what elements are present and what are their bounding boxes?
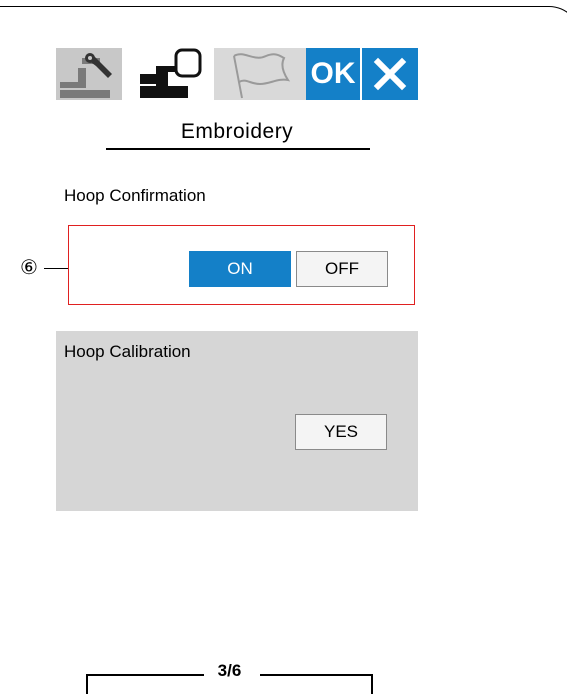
page-title: Embroidery bbox=[180, 120, 294, 143]
language-tab[interactable] bbox=[214, 48, 306, 100]
hoop-confirmation-label: Hoop Confirmation bbox=[64, 186, 206, 205]
close-button[interactable] bbox=[362, 48, 418, 100]
title-underline bbox=[106, 148, 370, 150]
callout-number: ⑥ bbox=[20, 257, 38, 279]
ok-button[interactable]: OK bbox=[306, 48, 360, 100]
callout-leader-line bbox=[44, 268, 68, 269]
page-indicator-text: 3/6 bbox=[217, 661, 242, 680]
hoop-calibration-yes-button[interactable]: YES bbox=[295, 414, 387, 450]
wrench-machine-icon bbox=[60, 53, 112, 98]
settings-screen: OK Embroidery Hoop Confirmation ON OFF H… bbox=[56, 48, 418, 688]
settings-tools-tab[interactable] bbox=[56, 48, 122, 100]
tab-bar: OK bbox=[56, 48, 418, 100]
embroidery-machine-icon bbox=[140, 48, 202, 98]
page-frame-line bbox=[0, 6, 548, 7]
page-frame-corner bbox=[520, 6, 567, 67]
page-indicator: 3/6 bbox=[86, 661, 373, 697]
hoop-calibration-label: Hoop Calibration bbox=[64, 342, 191, 361]
close-icon bbox=[373, 57, 407, 91]
embroidery-settings-tab[interactable] bbox=[122, 48, 214, 100]
callout-highlight-box bbox=[68, 225, 415, 305]
flag-icon bbox=[233, 53, 291, 99]
